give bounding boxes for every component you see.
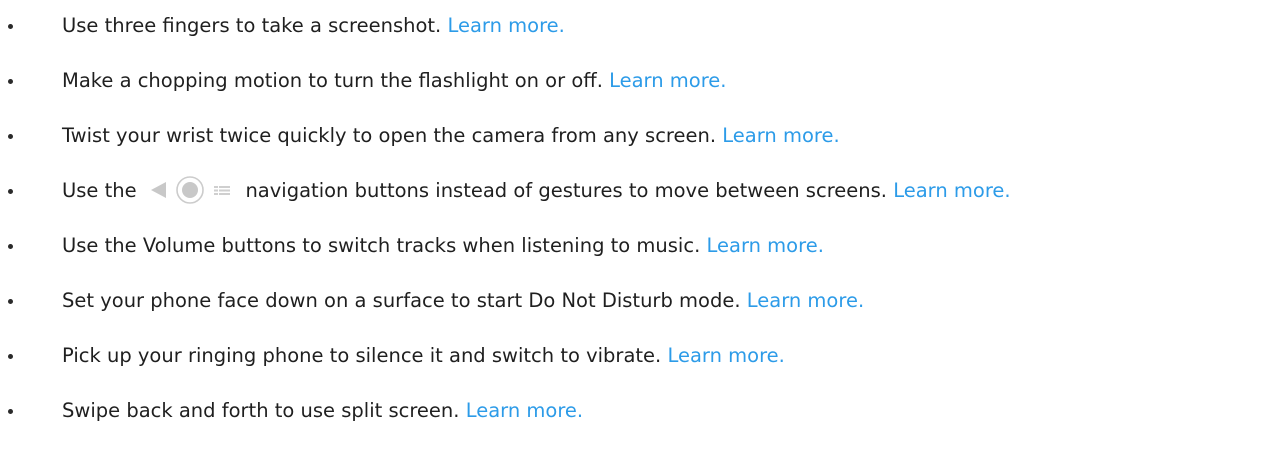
tip-text: Use the Volume buttons to switch tracks … [62, 234, 701, 257]
learn-more-link[interactable]: Learn more. [466, 399, 583, 422]
tip-flashlight: Make a chopping motion to turn the flash… [0, 61, 1284, 116]
tip-text: Swipe back and forth to use split screen… [62, 399, 460, 422]
learn-more-link[interactable]: Learn more. [893, 179, 1010, 202]
bullet-icon [8, 24, 13, 29]
tip-text-after: navigation buttons instead of gestures t… [245, 179, 887, 202]
tip-text: Pick up your ringing phone to silence it… [62, 344, 662, 367]
tip-text: Set your phone face down on a surface to… [62, 289, 741, 312]
tip-screenshot: Use three fingers to take a screenshot. … [0, 6, 1284, 61]
bullet-icon [8, 244, 13, 249]
bullet-icon [8, 409, 13, 414]
bullet-icon [8, 134, 13, 139]
back-triangle-icon [147, 179, 169, 201]
bullet-icon [8, 79, 13, 84]
tip-text-before: Use the [62, 179, 137, 202]
tip-do-not-disturb: Set your phone face down on a surface to… [0, 281, 1284, 336]
tip-volume-tracks: Use the Volume buttons to switch tracks … [0, 226, 1284, 281]
tip-text: Twist your wrist twice quickly to open t… [62, 124, 717, 147]
bullet-icon [8, 189, 13, 194]
tip-camera: Twist your wrist twice quickly to open t… [0, 116, 1284, 171]
bullet-icon [8, 354, 13, 359]
learn-more-link[interactable]: Learn more. [722, 124, 839, 147]
tip-navigation-buttons: Use the navigation buttons instead of ge… [0, 171, 1284, 226]
tip-text: Use three fingers to take a screenshot. [62, 14, 442, 37]
gesture-tips-list: Use three fingers to take a screenshot. … [0, 6, 1284, 446]
bullet-icon [8, 299, 13, 304]
learn-more-link[interactable]: Learn more. [706, 234, 823, 257]
nav-buttons-group [147, 170, 233, 210]
tip-text: Make a chopping motion to turn the flash… [62, 69, 603, 92]
learn-more-link[interactable]: Learn more. [747, 289, 864, 312]
learn-more-link[interactable]: Learn more. [609, 69, 726, 92]
tip-split-screen: Swipe back and forth to use split screen… [0, 391, 1284, 446]
learn-more-link[interactable]: Learn more. [667, 344, 784, 367]
learn-more-link[interactable]: Learn more. [447, 14, 564, 37]
tip-silence-ringing: Pick up your ringing phone to silence it… [0, 336, 1284, 391]
recents-icon [211, 179, 233, 201]
home-circle-icon [175, 175, 205, 205]
